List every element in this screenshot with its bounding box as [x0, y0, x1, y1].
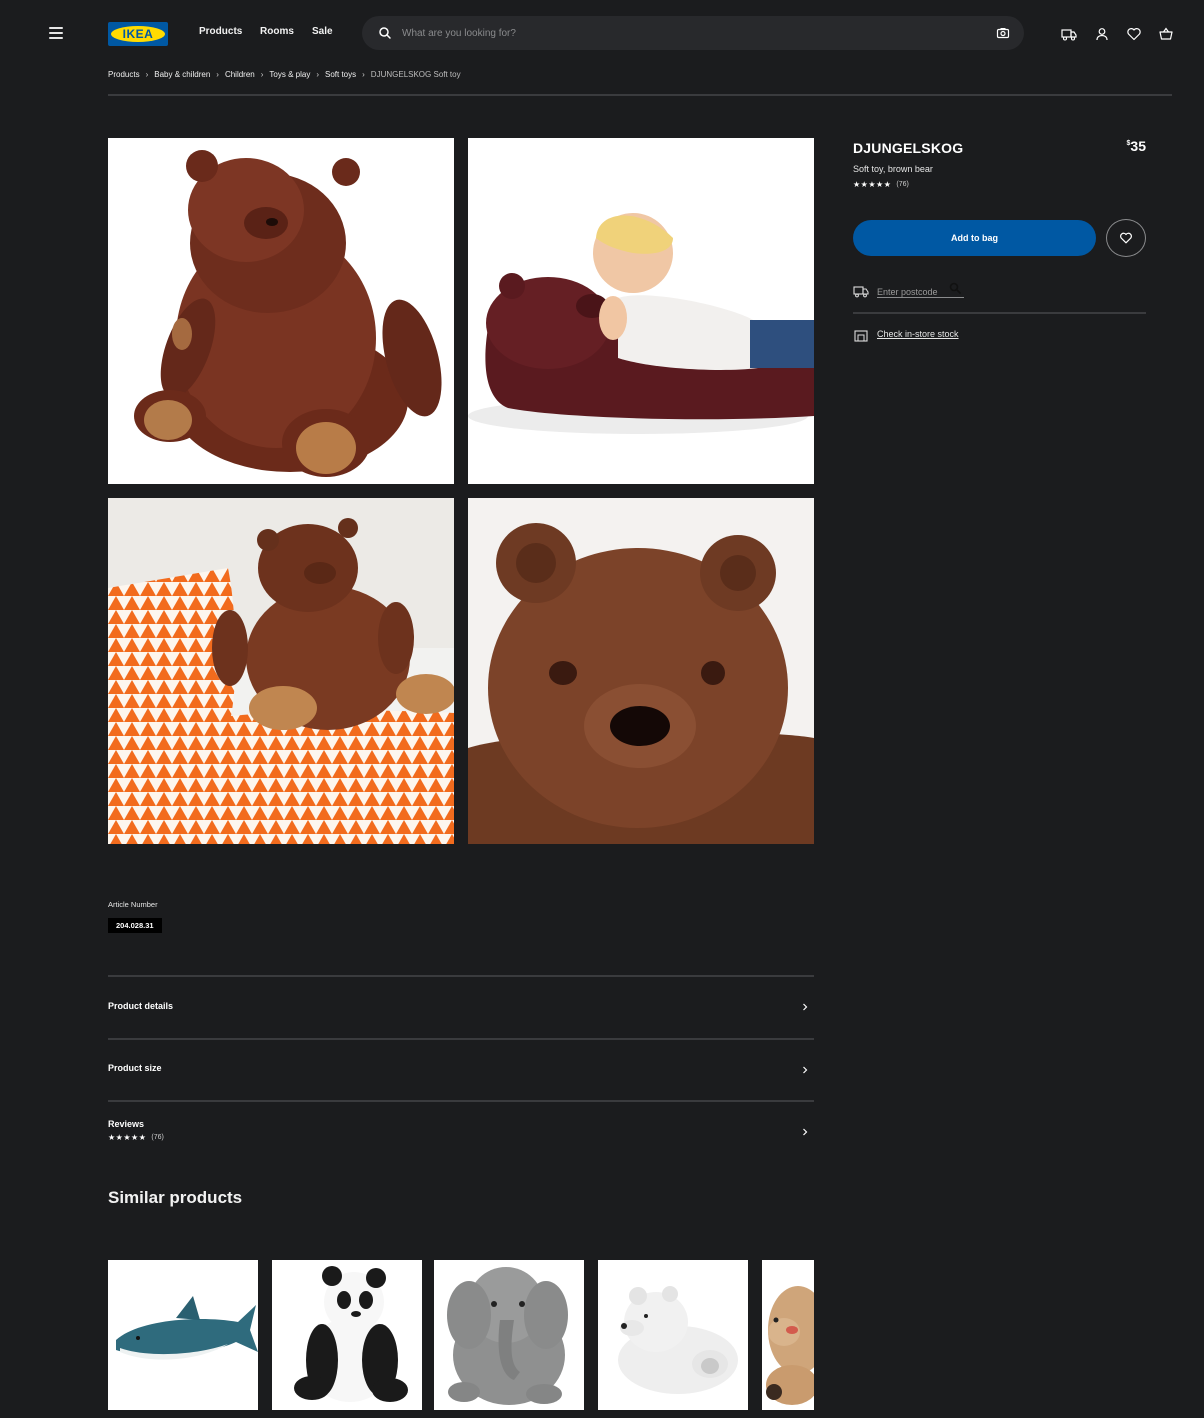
user-icon[interactable]	[1094, 26, 1110, 42]
header-divider	[108, 94, 1172, 96]
product-name: DJUNGELSKOG	[853, 140, 964, 156]
logo-text: IKEA	[122, 27, 154, 41]
add-to-bag-button[interactable]: Add to bag	[853, 220, 1096, 256]
chevron-right-icon	[803, 1128, 808, 1136]
star-rating-icon: ★★★★★	[853, 180, 892, 189]
product-price: $35	[1110, 138, 1146, 154]
menu-icon[interactable]	[49, 27, 63, 39]
chevron-right-icon: ›	[216, 70, 219, 79]
heart-icon[interactable]	[1126, 26, 1142, 42]
search-icon[interactable]	[378, 26, 392, 40]
product-details-accordion[interactable]: Product details	[108, 977, 814, 1038]
product-details-title: Product details	[108, 1001, 174, 1011]
nav-sale[interactable]: Sale	[312, 26, 333, 37]
chevron-right-icon: ›	[145, 70, 149, 79]
search-bar	[362, 16, 1024, 50]
chevron-right-icon: ›	[362, 70, 365, 79]
favourite-button[interactable]	[1106, 219, 1146, 257]
nav-rooms[interactable]: Rooms	[260, 26, 294, 37]
chevron-right-icon: ›	[260, 70, 264, 79]
similar-product-elephant[interactable]	[434, 1260, 584, 1410]
product-size-title: Product size	[108, 1063, 162, 1073]
ikea-logo[interactable]: IKEA	[108, 22, 168, 46]
nav-products[interactable]: Products	[199, 26, 242, 37]
reviews-title: Reviews	[108, 1119, 145, 1129]
search-icon[interactable]	[949, 282, 961, 294]
star-rating-icon: ★★★★★	[108, 1133, 147, 1142]
product-image-3[interactable]	[108, 498, 454, 844]
product-rating[interactable]: ★★★★★ (76)	[853, 180, 909, 189]
breadcrumb-children[interactable]: Children	[225, 70, 255, 79]
product-description: Soft toy, brown bear	[853, 164, 933, 174]
product-image-4[interactable]	[468, 498, 814, 844]
product-size-accordion[interactable]: Product size	[108, 1040, 814, 1100]
breadcrumb-products[interactable]: Products	[108, 70, 140, 79]
check-in-store-stock-link[interactable]: Check in-store stock	[877, 329, 959, 339]
heart-icon	[1120, 232, 1132, 244]
postcode-input[interactable]	[877, 285, 947, 299]
product-image-2[interactable]	[468, 138, 814, 484]
breadcrumb-current: DJUNGELSKOG Soft toy	[370, 70, 461, 79]
product-image-1[interactable]	[108, 138, 454, 484]
price-value: 35	[1130, 138, 1146, 154]
similar-product-dog[interactable]	[762, 1260, 814, 1410]
panel-divider	[853, 312, 1146, 314]
shopping-bag-icon[interactable]	[1158, 26, 1174, 42]
chevron-right-icon	[803, 1003, 808, 1011]
search-input[interactable]	[402, 23, 962, 43]
article-number: 204.028.31	[108, 918, 162, 933]
chevron-right-icon	[803, 1066, 808, 1074]
breadcrumb: Products › Baby & children › Children › Toy…	[108, 70, 461, 79]
rating-count: (76)	[896, 181, 909, 188]
similar-product-polar-bear[interactable]	[598, 1260, 748, 1410]
reviews-count: (76)	[151, 1134, 164, 1141]
chevron-right-icon: ›	[316, 70, 319, 79]
price-currency: $	[1126, 140, 1131, 147]
camera-icon[interactable]	[996, 26, 1010, 40]
similar-product-shark[interactable]	[108, 1260, 258, 1410]
delivery-truck-icon[interactable]	[1061, 26, 1077, 42]
store-icon	[854, 330, 868, 342]
breadcrumb-soft-toys[interactable]: Soft toys	[325, 70, 356, 79]
breadcrumb-baby-children[interactable]: Baby & children	[154, 70, 210, 79]
breadcrumb-toys-play[interactable]: Toys & play	[269, 70, 310, 79]
delivery-truck-icon	[853, 286, 869, 298]
reviews-accordion[interactable]: Reviews ★★★★★ (76)	[108, 1102, 814, 1162]
similar-products-title: Similar products	[108, 1188, 243, 1207]
reviews-rating: ★★★★★ (76)	[108, 1133, 164, 1142]
similar-product-panda[interactable]	[272, 1260, 422, 1410]
article-number-label: Article Number	[108, 900, 158, 909]
